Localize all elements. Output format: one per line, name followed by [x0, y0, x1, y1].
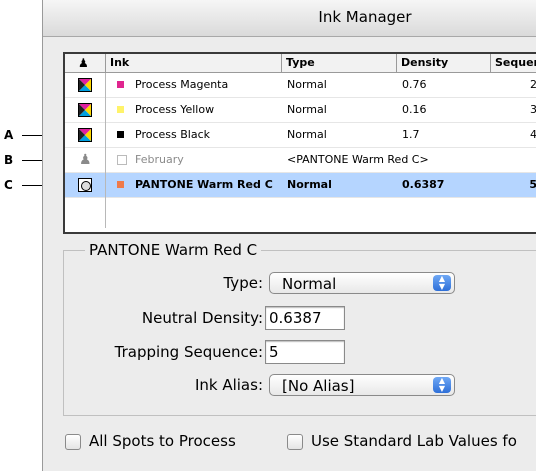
column-header-density[interactable]: Density: [397, 54, 491, 72]
table-row-selected[interactable]: PANTONE Warm Red C Normal 0.6387 5: [65, 173, 536, 197]
column-header-sequence[interactable]: Sequen: [491, 54, 536, 72]
callout-a-label: A: [4, 128, 14, 142]
process-color-icon: [78, 128, 92, 142]
ink-manager-window: Ink Manager ♟ Ink Type Density Sequen Pr…: [42, 0, 536, 471]
ink-density: 0.16: [402, 103, 427, 116]
process-color-icon: [78, 103, 92, 117]
table-row[interactable]: ♟ February <PANTONE Warm Red C>: [65, 148, 536, 172]
ink-density: 0.6387: [402, 178, 445, 191]
ink-swatch: [117, 155, 127, 165]
ink-type: Normal: [287, 178, 332, 191]
all-spots-label[interactable]: All Spots to Process: [89, 432, 236, 450]
ink-sequence: 3: [530, 103, 536, 116]
ink-type: Normal: [287, 128, 327, 141]
ink-type-cell[interactable]: [65, 73, 106, 97]
ink-type: <PANTONE Warm Red C>: [287, 153, 429, 166]
neutral-density-label: Neutral Density:: [141, 309, 263, 327]
standard-lab-label[interactable]: Use Standard Lab Values fo: [311, 432, 517, 450]
callout-c-label: C: [4, 178, 13, 192]
ink-alias-popup[interactable]: [No Alias] ▲ ▼: [269, 374, 455, 396]
ink-name: PANTONE Warm Red C: [135, 178, 273, 191]
ink-swatch: [117, 131, 124, 138]
standard-lab-checkbox[interactable]: [287, 434, 303, 450]
window-title: Ink Manager: [318, 8, 412, 26]
ink-type: Normal: [287, 78, 327, 91]
type-label: Type:: [223, 274, 263, 292]
column-header-icon[interactable]: ♟: [65, 54, 106, 72]
ink-sequence: 4: [530, 128, 536, 141]
neutral-density-field[interactable]: 0.6387: [265, 306, 345, 330]
icon-column-divider: [105, 73, 106, 228]
ink-table[interactable]: ♟ Ink Type Density Sequen Process Magent…: [63, 52, 536, 234]
ink-swatch: [117, 81, 124, 88]
ink-type-cell[interactable]: [65, 173, 106, 197]
ink-alias-icon: ♟: [78, 56, 89, 70]
ink-type: Normal: [287, 103, 327, 116]
table-row[interactable]: Process Yellow Normal 0.16 3: [65, 98, 536, 122]
ink-alias-popup-value: [No Alias]: [282, 377, 355, 395]
ink-name: Process Magenta: [135, 78, 229, 91]
ink-name: February: [135, 153, 184, 166]
ink-density: 0.76: [402, 78, 427, 91]
ink-name: Process Yellow: [135, 103, 215, 116]
ink-sequence: 2: [530, 78, 536, 91]
ink-type-cell[interactable]: [65, 98, 106, 122]
spot-color-icon: [78, 178, 92, 192]
ink-alias-icon: ♟: [79, 152, 92, 168]
ink-sequence: 5: [529, 178, 536, 191]
ink-density: 1.7: [402, 128, 420, 141]
callout-b-label: B: [4, 153, 14, 167]
type-popup-value: Normal: [282, 275, 337, 293]
title-bar[interactable]: Ink Manager: [43, 0, 536, 37]
ink-swatch: [117, 181, 124, 188]
type-popup[interactable]: Normal ▲ ▼: [269, 272, 455, 294]
ink-name: Process Black: [135, 128, 210, 141]
trapping-sequence-field[interactable]: 5: [265, 340, 345, 364]
ink-alias-label: Ink Alias:: [194, 376, 263, 394]
ink-swatch: [117, 106, 124, 113]
ink-details-title: PANTONE Warm Red C: [85, 241, 262, 259]
table-row[interactable]: Process Magenta Normal 0.76 2: [65, 73, 536, 97]
popup-arrows-icon: ▲ ▼: [433, 275, 451, 291]
trapping-sequence-label: Trapping Sequence:: [114, 343, 263, 361]
ink-type-cell[interactable]: ♟: [65, 148, 106, 172]
all-spots-checkbox[interactable]: [65, 434, 81, 450]
table-row[interactable]: Process Black Normal 1.7 4: [65, 123, 536, 147]
ink-type-cell[interactable]: [65, 123, 106, 147]
column-header-ink[interactable]: Ink: [106, 54, 282, 72]
popup-arrows-icon: ▲ ▼: [433, 377, 451, 393]
column-header-type[interactable]: Type: [282, 54, 397, 72]
table-header: ♟ Ink Type Density Sequen: [65, 54, 536, 73]
process-color-icon: [78, 78, 92, 92]
